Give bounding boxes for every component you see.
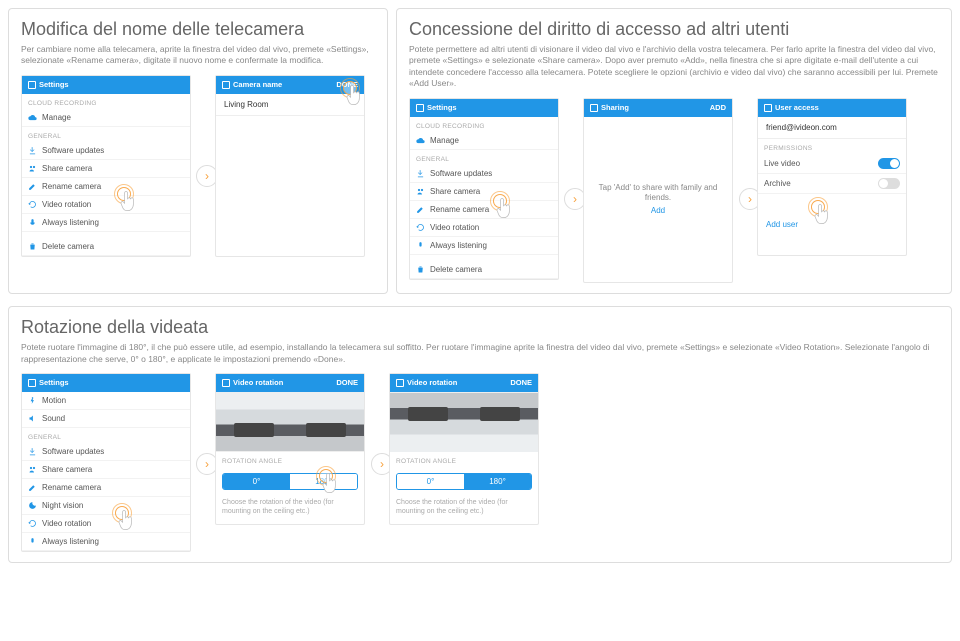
motion-icon [28, 396, 37, 405]
trash-icon [28, 242, 37, 251]
angle-180[interactable]: 180° [290, 474, 357, 489]
card-sharing: Concessione del diritto di accesso ad al… [396, 8, 952, 294]
download-icon [28, 447, 37, 456]
angle-180[interactable]: 180° [464, 474, 531, 489]
row-rename[interactable]: Rename camera [22, 178, 190, 196]
row-share[interactable]: Share camera [22, 160, 190, 178]
phone-rotation-0: Video rotationDONE ROTATION ANGLE 0° 180… [215, 373, 365, 525]
angle-0[interactable]: 0° [397, 474, 464, 489]
share-icon [28, 164, 37, 173]
phone-sharing: SharingADD Tap 'Add' to share with famil… [583, 98, 733, 283]
card-rotation: Rotazione della videata Potete ruotare l… [8, 306, 952, 563]
add-link[interactable]: Add [590, 206, 726, 216]
share-icon [590, 104, 598, 112]
phone-user-access: User access friend@ivideon.com PERMISSIO… [757, 98, 907, 256]
row-manage[interactable]: Manage [22, 109, 190, 127]
settings-icon [28, 81, 36, 89]
camera-icon [222, 81, 230, 89]
share-note: Tap 'Add' to share with family and frien… [584, 177, 732, 222]
row-listen[interactable]: Always listening [22, 214, 190, 232]
phone-settings: Settings CLOUD RECORDING Manage GENERAL … [409, 98, 559, 280]
pencil-icon [416, 205, 425, 214]
done-button[interactable]: DONE [336, 80, 358, 89]
title-rename: Modifica del nome delle telecamera [21, 19, 375, 40]
night-icon [28, 501, 37, 510]
card-rename: Modifica del nome delle telecamera Per c… [8, 8, 388, 294]
phone-camera-name: Camera name DONE Living Room [215, 75, 365, 257]
toggle-off[interactable] [878, 178, 900, 189]
settings-icon [416, 104, 424, 112]
titlebar: Settings [22, 76, 190, 94]
phone-settings: Settings Motion Sound GENERAL Software u… [21, 373, 191, 552]
angle-segmented[interactable]: 0° 180° [396, 473, 532, 490]
mic-icon [416, 241, 425, 250]
trash-icon [416, 265, 425, 274]
row-live[interactable]: Live video [758, 154, 906, 174]
pencil-icon [28, 182, 37, 191]
rotate-icon [28, 519, 37, 528]
email-input[interactable]: friend@ivideon.com [758, 117, 906, 139]
done-button[interactable]: DONE [336, 378, 358, 387]
settings-icon [28, 379, 36, 387]
desc-sharing: Potete permettere ad altri utenti di vis… [409, 44, 939, 90]
cloud-icon [416, 136, 425, 145]
share-icon [416, 187, 425, 196]
pencil-icon [28, 483, 37, 492]
preview-image [216, 392, 364, 452]
toggle-on[interactable] [878, 158, 900, 169]
row-delete[interactable]: Delete camera [22, 238, 190, 256]
add-user-button[interactable]: Add user [758, 214, 906, 235]
angle-segmented[interactable]: 0° 180° [222, 473, 358, 490]
download-icon [28, 146, 37, 155]
phone-rotation-180: Video rotationDONE ROTATION ANGLE 0° 180… [389, 373, 539, 525]
row-archive[interactable]: Archive [758, 174, 906, 194]
rotate-icon [396, 379, 404, 387]
title-rotation: Rotazione della videata [21, 317, 939, 338]
titlebar: Camera name DONE [216, 76, 364, 94]
done-button[interactable]: DONE [510, 378, 532, 387]
share-icon [28, 465, 37, 474]
phone-settings: Settings CLOUD RECORDING Manage GENERAL … [21, 75, 191, 257]
title-sharing: Concessione del diritto di accesso ad al… [409, 19, 939, 40]
download-icon [416, 169, 425, 178]
desc-rotation: Potete ruotare l'immagine di 180°, il ch… [21, 342, 939, 365]
rotate-icon [222, 379, 230, 387]
camera-name-input[interactable]: Living Room [216, 94, 364, 116]
add-button[interactable]: ADD [710, 103, 726, 112]
rotate-icon [28, 200, 37, 209]
rotate-icon [416, 223, 425, 232]
desc-rename: Per cambiare nome alla telecamera, aprit… [21, 44, 375, 67]
mic-icon [28, 218, 37, 227]
user-icon [764, 104, 772, 112]
cloud-icon [28, 113, 37, 122]
row-rotation[interactable]: Video rotation [22, 196, 190, 214]
row-updates[interactable]: Software updates [22, 142, 190, 160]
mic-icon [28, 537, 37, 546]
sound-icon [28, 414, 37, 423]
angle-0[interactable]: 0° [223, 474, 290, 489]
preview-image-flipped [390, 392, 538, 452]
